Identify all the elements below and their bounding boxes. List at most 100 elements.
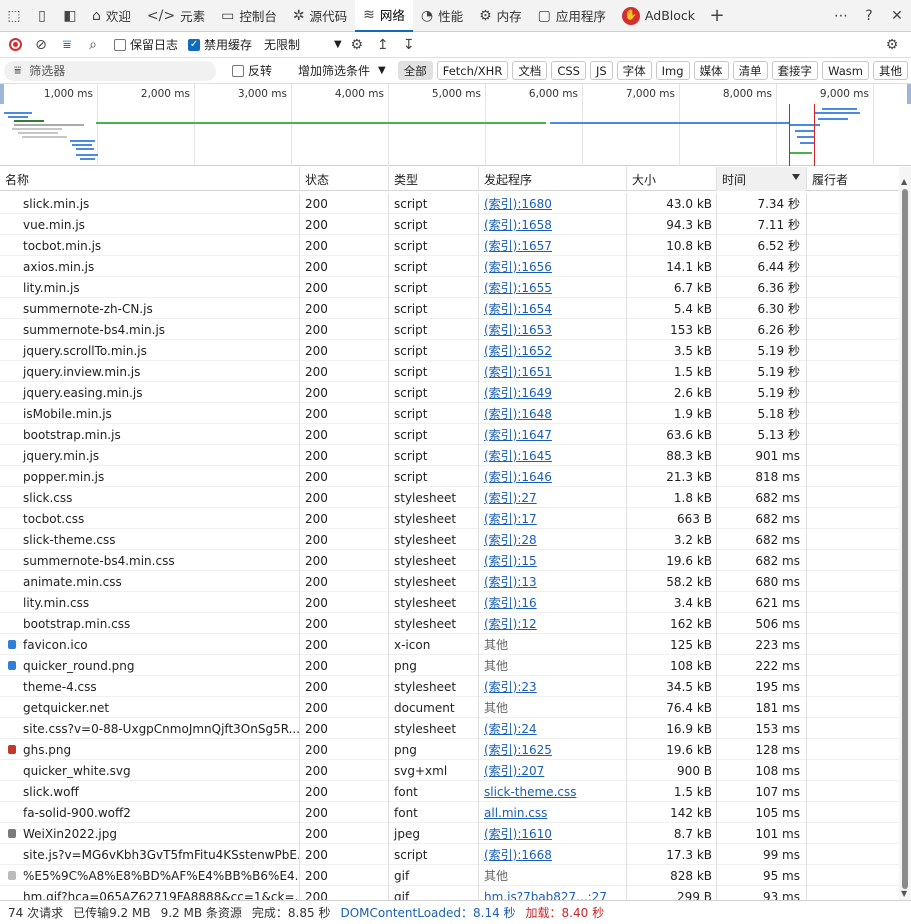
filter-icon[interactable]: ⩸ [56, 34, 78, 56]
overview-right-handle[interactable] [907, 84, 911, 104]
table-row[interactable]: site.js?v=MG6vKbh3GvT5fmFitu4KSstenwPbE.… [0, 844, 899, 865]
filter-type-3[interactable]: CSS [551, 61, 586, 80]
import-har-icon[interactable]: ↥ [372, 34, 394, 56]
table-row[interactable]: favicon.ico 200 x-icon 其他 125 kB 223 ms [0, 634, 899, 655]
request-name[interactable]: jquery.easing.min.js [0, 382, 300, 403]
request-initiator[interactable]: (索引):16 [479, 592, 627, 613]
column-initiator[interactable]: 发起程序 [479, 167, 627, 191]
tab-sources[interactable]: ✲ 源代码 [285, 0, 355, 32]
request-initiator[interactable]: (索引):1651 [479, 361, 627, 382]
request-name[interactable]: jquery.inview.min.js [0, 361, 300, 382]
request-initiator[interactable]: (索引):207 [479, 760, 627, 781]
request-name[interactable]: popper.min.js [0, 466, 300, 487]
close-icon[interactable]: ✕ [883, 0, 911, 32]
table-row[interactable]: tocbot.min.js 200 script (索引):1657 10.8 kB 6.… [0, 235, 899, 256]
table-row[interactable]: quicker_round.png 200 png 其他 108 kB 222 ms [0, 655, 899, 676]
request-name[interactable]: bootstrap.min.js [0, 424, 300, 445]
filter-type-9[interactable]: 套接字 [771, 61, 819, 80]
request-initiator[interactable]: (索引):1658 [479, 214, 627, 235]
request-name[interactable]: summernote-zh-CN.js [0, 298, 300, 319]
request-name[interactable]: bootstrap.min.css [0, 613, 300, 634]
tab-elements[interactable]: </> 元素 [139, 0, 213, 32]
dock-sidebar-icon[interactable]: ◧ [56, 0, 84, 32]
column-fulfilled-by[interactable]: 履行者 [807, 167, 899, 191]
table-row[interactable]: isMobile.min.js 200 script (索引):1648 1.9 kB 5… [0, 403, 899, 424]
request-name[interactable]: tocbot.css [0, 508, 300, 529]
filter-type-11[interactable]: 其他 [872, 61, 908, 80]
table-row[interactable]: animate.min.css 200 stylesheet (索引):13 58.2 … [0, 571, 899, 592]
table-row[interactable]: slick-theme.css 200 stylesheet (索引):28 3.2 k… [0, 529, 899, 550]
request-name[interactable]: %E5%9C%A8%E8%BD%AF%E4%BB%B6%E4... [0, 865, 300, 886]
request-name[interactable]: lity.min.js [0, 277, 300, 298]
table-row[interactable]: slick.css 200 stylesheet (索引):27 1.8 kB 682 m… [0, 487, 899, 508]
request-name[interactable]: quicker_round.png [0, 655, 300, 676]
tab-network[interactable]: ≋ 网络 [355, 0, 413, 32]
request-name[interactable]: favicon.ico [0, 634, 300, 655]
request-name[interactable]: slick.min.js [0, 193, 300, 214]
tab-performance[interactable]: ◔ 性能 [413, 0, 471, 32]
table-row[interactable]: bootstrap.min.js 200 script (索引):1647 63.6 k… [0, 424, 899, 445]
column-time[interactable]: 时间 [717, 167, 807, 191]
request-name[interactable]: getquicker.net [0, 697, 300, 718]
request-initiator[interactable]: hm.js?7bab827...:27 [479, 886, 627, 900]
column-name[interactable]: 名称 [0, 167, 300, 191]
request-name[interactable]: vue.min.js [0, 214, 300, 235]
request-initiator[interactable]: (索引):15 [479, 550, 627, 571]
request-name[interactable]: slick.woff [0, 781, 300, 802]
table-row[interactable]: ghs.png 200 png (索引):1625 19.6 kB 128 ms [0, 739, 899, 760]
request-name[interactable]: lity.min.css [0, 592, 300, 613]
column-status[interactable]: 状态 [300, 167, 389, 191]
preserve-log-checkbox[interactable]: 保留日志 [114, 36, 178, 53]
request-initiator[interactable]: (索引):1646 [479, 466, 627, 487]
request-initiator[interactable]: (索引):12 [479, 613, 627, 634]
more-options-icon[interactable]: ⋯ [827, 0, 855, 32]
request-initiator[interactable]: (索引):23 [479, 676, 627, 697]
request-initiator[interactable]: (索引):1649 [479, 382, 627, 403]
request-name[interactable]: isMobile.min.js [0, 403, 300, 424]
search-icon[interactable]: ⌕ [82, 34, 104, 56]
request-initiator[interactable]: (索引):1656 [479, 256, 627, 277]
table-row[interactable]: site.css?v=0-88-UxgpCnmoJmnQjft3OnSg5R..… [0, 718, 899, 739]
table-row[interactable]: jquery.scrollTo.min.js 200 script (索引):1652… [0, 340, 899, 361]
table-row[interactable]: summernote-bs4.min.js 200 script (索引):1653 1… [0, 319, 899, 340]
filter-type-1[interactable]: Fetch/XHR [436, 61, 509, 80]
request-initiator[interactable]: (索引):1645 [479, 445, 627, 466]
request-name[interactable]: fa-solid-900.woff2 [0, 802, 300, 823]
request-name[interactable]: summernote-bs4.min.css [0, 550, 300, 571]
column-size[interactable]: 大小 [627, 167, 717, 191]
filter-type-8[interactable]: 清单 [732, 61, 768, 80]
request-name[interactable]: slick.css [0, 487, 300, 508]
table-row[interactable]: fa-solid-900.woff2 200 font all.min.css 142 … [0, 802, 899, 823]
request-name[interactable]: quicker_white.svg [0, 760, 300, 781]
request-name[interactable]: jquery.min.js [0, 445, 300, 466]
filter-type-0[interactable]: 全部 [397, 61, 433, 80]
device-emulation-icon[interactable]: ▯ [28, 0, 56, 32]
table-row[interactable]: axios.min.js 200 script (索引):1656 14.1 kB 6.4… [0, 256, 899, 277]
settings-icon[interactable]: ⚙ [881, 34, 903, 56]
request-name[interactable]: jquery.scrollTo.min.js [0, 340, 300, 361]
table-row[interactable]: jquery.min.js 200 script (索引):1645 88.3 kB 90… [0, 445, 899, 466]
request-name[interactable]: slick-theme.css [0, 529, 300, 550]
filter-type-4[interactable]: JS [589, 61, 613, 80]
request-initiator[interactable]: slick-theme.css [479, 781, 627, 802]
request-initiator[interactable]: (索引):1657 [479, 235, 627, 256]
record-icon[interactable] [4, 34, 26, 56]
table-row[interactable]: WeiXin2022.jpg 200 jpeg (索引):1610 8.7 kB 101 … [0, 823, 899, 844]
tab-welcome[interactable]: ⌂ 欢迎 [84, 0, 139, 32]
tab-application[interactable]: ▢ 应用程序 [530, 0, 614, 32]
scroll-up-icon[interactable]: ▲ [901, 177, 907, 186]
overview-left-handle[interactable] [0, 84, 4, 104]
request-initiator[interactable]: all.min.css [479, 802, 627, 823]
add-tab-icon[interactable]: + [703, 0, 731, 32]
help-icon[interactable]: ? [855, 0, 883, 32]
filter-type-5[interactable]: 字体 [616, 61, 652, 80]
table-row[interactable]: slick.min.js 200 script (索引):1680 43.0 kB 7.3… [0, 193, 899, 214]
column-type[interactable]: 类型 [389, 167, 479, 191]
scroll-down-icon[interactable]: ▼ [901, 889, 907, 898]
request-initiator[interactable]: (索引):1654 [479, 298, 627, 319]
table-row[interactable]: %E5%9C%A8%E8%BD%AF%E4%BB%B6%E4... 200 gif 其… [0, 865, 899, 886]
request-initiator[interactable]: (索引):1655 [479, 277, 627, 298]
request-name[interactable]: axios.min.js [0, 256, 300, 277]
request-initiator[interactable]: (索引):17 [479, 508, 627, 529]
table-row[interactable]: lity.min.js 200 script (索引):1655 6.7 kB 6.36 … [0, 277, 899, 298]
